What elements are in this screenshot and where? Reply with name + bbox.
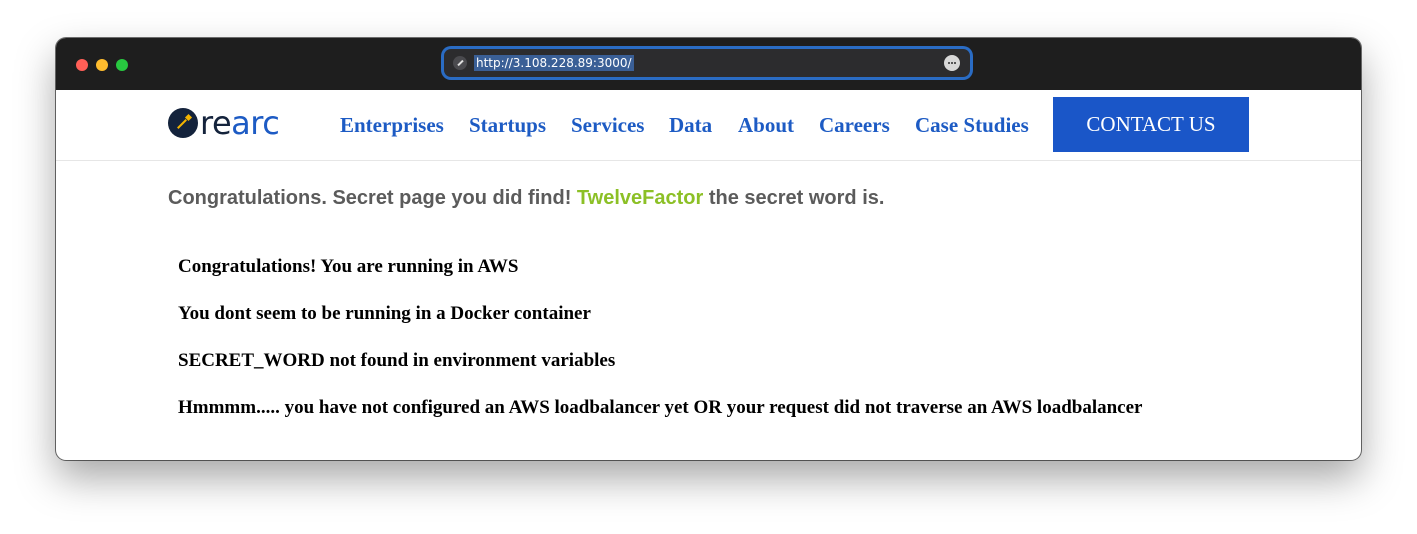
status-docker: You dont seem to be running in a Docker …	[178, 303, 591, 324]
secret-word: TwelveFactor	[576, 187, 704, 209]
site-navbar: rearc Enterprises Startups Services Data…	[56, 90, 1361, 161]
status-secret-word: SECRET_WORD not found in environment var…	[178, 350, 616, 371]
nav-link-services[interactable]: Services	[571, 112, 644, 138]
address-bar[interactable]: http://3.108.228.89:3000/	[444, 49, 970, 77]
browser-window: http://3.108.228.89:3000/ rearc Enterpri…	[56, 38, 1361, 460]
rocket-logo-icon	[168, 108, 198, 138]
close-window-button[interactable]	[76, 59, 88, 71]
nav-link-data[interactable]: Data	[669, 112, 712, 138]
nav-link-startups[interactable]: Startups	[469, 112, 546, 138]
zoom-window-button[interactable]	[116, 59, 128, 71]
logo-text: rearc	[200, 104, 280, 142]
secret-suffix: the secret word is.	[708, 187, 885, 209]
logo-text-re: re	[200, 104, 232, 142]
nav-link-enterprises[interactable]: Enterprises	[340, 112, 444, 138]
nav-link-about[interactable]: About	[738, 112, 794, 138]
logo-text-arc: arc	[231, 104, 280, 142]
browser-titlebar: http://3.108.228.89:3000/	[56, 38, 1361, 90]
contact-us-button[interactable]: CONTACT US	[1053, 97, 1249, 152]
more-options-icon[interactable]	[944, 55, 960, 71]
url-text[interactable]: http://3.108.228.89:3000/	[474, 55, 634, 71]
secret-message: Congratulations. Secret page you did fin…	[168, 186, 884, 210]
secret-prefix: Congratulations. Secret page you did fin…	[168, 187, 572, 209]
rearc-logo[interactable]: rearc	[168, 104, 280, 142]
nav-link-case-studies[interactable]: Case Studies	[915, 112, 1029, 138]
site-info-icon[interactable]	[453, 56, 467, 70]
status-aws: Congratulations! You are running in AWS	[178, 256, 519, 277]
nav-link-careers[interactable]: Careers	[819, 112, 890, 138]
status-loadbalancer: Hmmmm..... you have not configured an AW…	[178, 397, 1143, 418]
minimize-window-button[interactable]	[96, 59, 108, 71]
